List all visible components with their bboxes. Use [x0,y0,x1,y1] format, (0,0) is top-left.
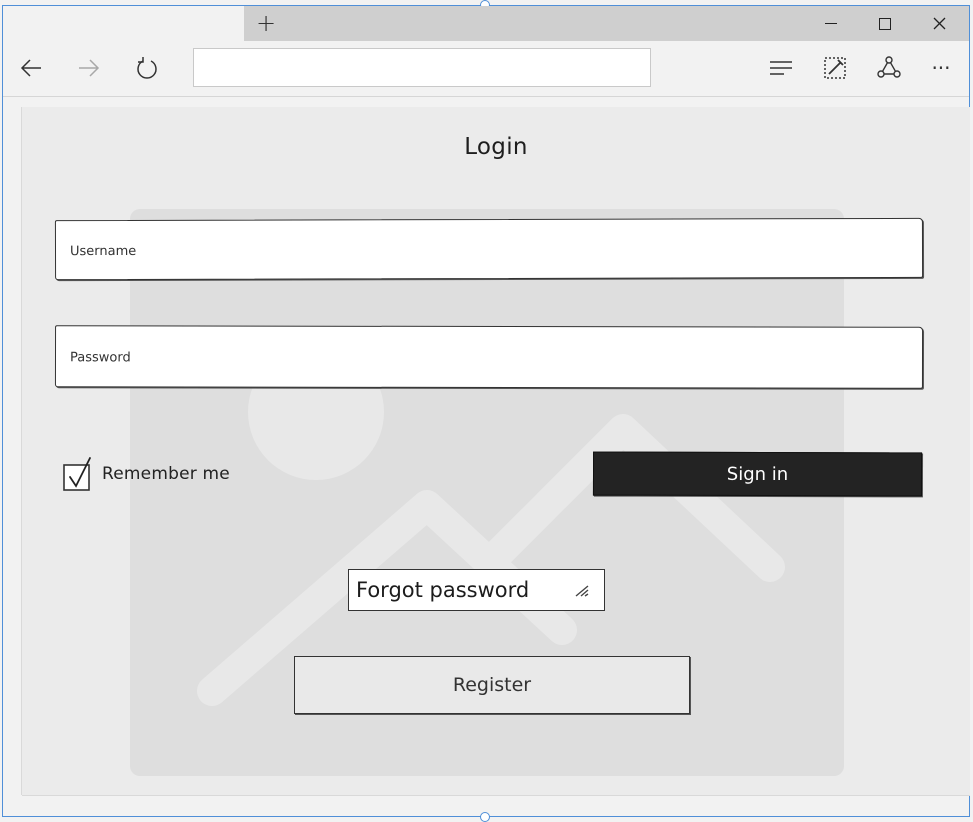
selection-handle-bottom[interactable] [480,812,490,822]
refresh-icon [137,57,157,79]
password-field[interactable] [54,325,924,390]
page-canvas: Login Remember me Sign in Forgot passwor… [22,107,970,795]
back-arrow-icon [20,59,41,77]
forgot-password-label: Forgot password [356,578,530,602]
title-bar: + [3,6,969,41]
checkmark-icon [63,457,91,491]
hub-icon [770,61,792,75]
sign-in-button[interactable]: Sign in [592,451,923,497]
active-tab[interactable] [3,6,244,41]
close-icon [933,17,945,30]
share-button[interactable] [871,49,907,87]
password-input[interactable] [67,326,913,390]
back-button[interactable] [13,49,49,87]
username-input[interactable] [67,218,913,282]
resize-grip-icon[interactable] [574,582,590,598]
forgot-password-field[interactable]: Forgot password [348,569,605,611]
page-title: Login [464,134,528,160]
hub-button[interactable] [763,49,799,87]
refresh-button[interactable] [129,49,165,87]
minimize-button[interactable] [809,6,853,41]
share-icon [877,56,901,78]
web-note-icon [824,57,846,79]
username-field[interactable] [54,217,924,282]
address-bar[interactable] [193,48,651,87]
close-button[interactable] [917,6,961,41]
remember-checkbox[interactable] [63,457,91,491]
more-button[interactable]: ··· [923,49,959,87]
remember-me[interactable]: Remember me [63,457,230,491]
maximize-button[interactable] [863,6,907,41]
navigation-bar: ··· [3,41,969,97]
maximize-icon [879,17,891,30]
register-button[interactable]: Register [294,656,690,714]
web-note-button[interactable] [817,49,853,87]
new-tab-button[interactable]: + [251,7,281,39]
minimize-icon [825,23,837,24]
forward-button[interactable] [71,49,107,87]
forward-arrow-icon [79,59,100,77]
remember-label: Remember me [102,464,230,484]
